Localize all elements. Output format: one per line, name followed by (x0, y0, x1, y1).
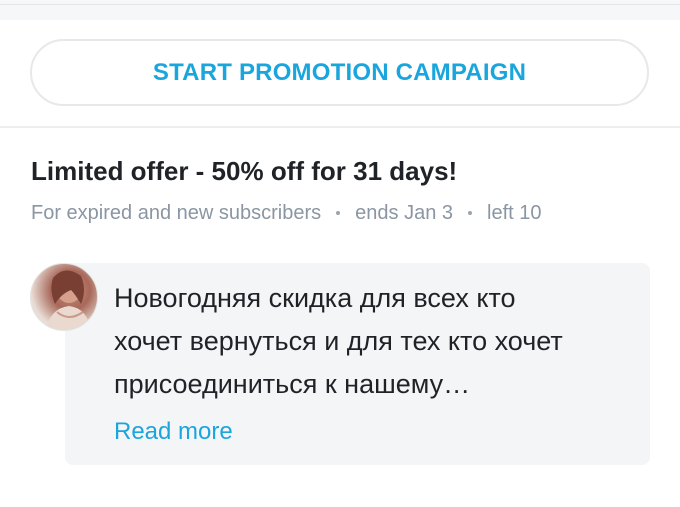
offer-audience: For expired and new subscribers (31, 202, 322, 224)
message-line: присоединиться к нашему… (114, 369, 471, 399)
message-line: хочет вернуться и для тех кто хочет (114, 326, 563, 356)
top-strip (0, 0, 680, 20)
top-divider (0, 4, 680, 5)
separator-dot-icon (468, 210, 472, 215)
offer-title: Limited offer - 50% off for 31 days! (31, 156, 458, 186)
section-divider (0, 126, 680, 128)
start-promotion-campaign-label: START PROMOTION CAMPAIGN (152, 58, 527, 86)
offer-ends: ends Jan 3 (355, 202, 453, 224)
read-more-link[interactable]: Read more (114, 418, 233, 446)
user-avatar-icon[interactable] (30, 263, 98, 331)
start-promotion-campaign-button[interactable]: START PROMOTION CAMPAIGN (30, 39, 649, 106)
offer-left: left 10 (487, 202, 542, 224)
separator-dot-icon (336, 210, 341, 215)
message-line: Новогодняя скидка для всех кто (114, 283, 516, 313)
message-text: Новогодняя скидка для всех кто хочет вер… (114, 277, 634, 406)
offer-meta: For expired and new subscribers ends Jan… (31, 202, 541, 225)
